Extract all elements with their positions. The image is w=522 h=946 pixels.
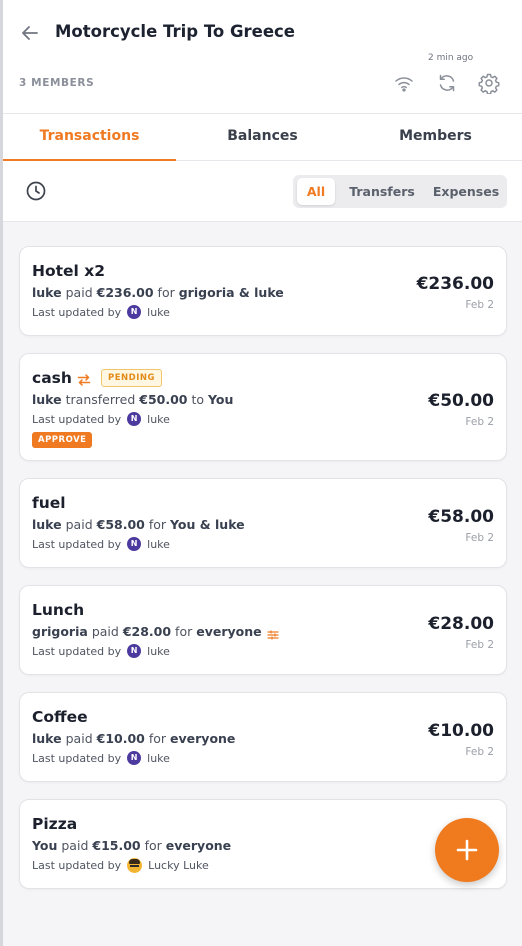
last-updated: Last updated by Nluke <box>32 751 170 765</box>
avatar: N <box>127 305 142 319</box>
transaction-amount: €58.00 <box>428 507 494 527</box>
tab-members[interactable]: Members <box>349 114 522 160</box>
wifi-icon[interactable] <box>393 72 415 94</box>
transaction-amount: €50.00 <box>428 391 494 411</box>
avatar: N <box>127 751 142 765</box>
transaction-title: Lunch <box>32 601 85 619</box>
avatar: N <box>127 644 142 658</box>
refresh-icon[interactable] <box>436 72 458 94</box>
transaction-card[interactable]: Lunch grigoria paid €28.00 for everyone … <box>19 585 507 675</box>
transaction-date: Feb 2 <box>465 639 494 651</box>
transaction-date: Feb 2 <box>465 416 494 428</box>
transaction-card[interactable]: fuel luke paid €58.00 for You & luke Las… <box>19 478 507 568</box>
transaction-title: Coffee <box>32 708 88 726</box>
transfer-icon <box>77 372 91 386</box>
plus-icon <box>456 839 478 861</box>
transaction-date: Feb 2 <box>465 746 494 758</box>
sliders-icon <box>267 628 279 640</box>
transaction-summary: You paid €15.00 for everyone <box>32 838 232 853</box>
transaction-summary: luke paid €236.00 for grigoria & luke <box>32 285 284 300</box>
user-avatar-image <box>127 858 143 873</box>
transaction-card[interactable]: cash PENDING luke transferred €50.00 to … <box>19 353 507 461</box>
transaction-amount: €28.00 <box>428 614 494 634</box>
last-updated: Last updated by Nluke <box>32 644 170 658</box>
transaction-summary: luke paid €58.00 for You & luke <box>32 517 245 532</box>
transaction-amount: €10.00 <box>428 721 494 741</box>
transaction-title: fuel <box>32 494 66 512</box>
transaction-summary: luke transferred €50.00 to You <box>32 392 234 407</box>
transaction-title: cash <box>32 369 72 387</box>
filter-all[interactable]: All <box>297 178 335 205</box>
gear-icon[interactable] <box>478 72 500 95</box>
transaction-summary: luke paid €10.00 for everyone <box>32 731 236 746</box>
filter-bar: All Transfers Expenses <box>3 161 522 222</box>
transaction-amount: €236.00 <box>416 274 494 294</box>
last-updated: Last updated by Nluke <box>32 537 170 551</box>
tab-transactions[interactable]: Transactions <box>3 114 176 161</box>
last-updated: Last updated by Lucky Luke <box>32 858 209 873</box>
last-updated: Last updated by Nluke <box>32 412 170 426</box>
add-transaction-button[interactable] <box>435 818 499 882</box>
filter-transfers[interactable]: Transfers <box>343 178 421 205</box>
clock-icon[interactable] <box>25 180 47 202</box>
avatar: N <box>127 412 142 426</box>
transaction-date: Feb 2 <box>465 299 494 311</box>
members-count: 3 MEMBERS <box>19 77 95 89</box>
filter-expenses[interactable]: Expenses <box>427 178 505 205</box>
transaction-date: Feb 2 <box>465 532 494 544</box>
sync-time: 2 min ago <box>428 53 474 63</box>
transaction-summary: grigoria paid €28.00 for everyone <box>32 624 279 640</box>
approve-button[interactable]: APPROVE <box>32 432 93 448</box>
transaction-card[interactable]: Coffee luke paid €10.00 for everyone Las… <box>19 692 507 782</box>
transaction-title: Hotel x2 <box>32 262 106 280</box>
last-updated: Last updated by Nluke <box>32 305 170 319</box>
app-header: Motorcycle Trip To Greece 3 MEMBERS 2 mi… <box>3 0 522 114</box>
page-title: Motorcycle Trip To Greece <box>55 22 295 41</box>
status-badge: PENDING <box>101 369 162 387</box>
back-arrow-icon[interactable] <box>19 22 41 44</box>
tab-bar: Transactions Balances Members <box>3 114 522 161</box>
tab-balances[interactable]: Balances <box>176 114 349 160</box>
filter-segmented-control: All Transfers Expenses <box>293 175 507 208</box>
avatar: N <box>127 537 142 551</box>
transaction-card[interactable]: Hotel x2 luke paid €236.00 for grigoria … <box>19 246 507 336</box>
transaction-card[interactable]: Pizza You paid €15.00 for everyone Last … <box>19 799 507 889</box>
transaction-title: Pizza <box>32 815 78 833</box>
